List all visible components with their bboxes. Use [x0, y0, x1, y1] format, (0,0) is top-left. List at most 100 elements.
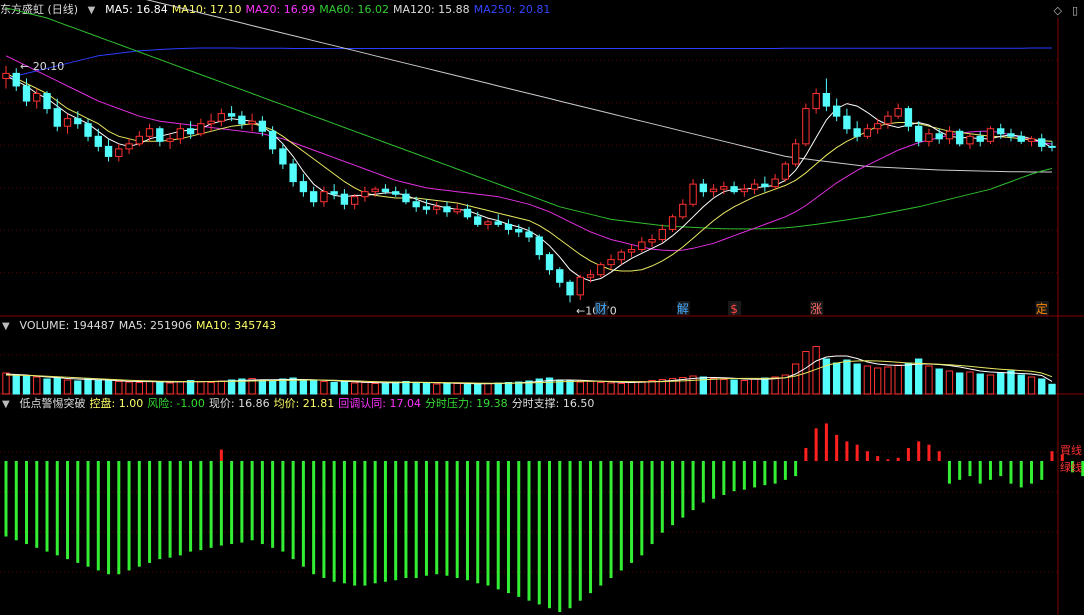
ma-line-ma120: [145, 0, 1052, 173]
indicator-bar: [506, 461, 510, 594]
volume-bar: [217, 380, 226, 395]
candle-body: [935, 133, 943, 140]
indicator-bar: [424, 461, 428, 576]
candle-body: [412, 201, 420, 208]
indicator-bar: [589, 461, 593, 594]
candle-body: [668, 216, 677, 230]
candle-body: [474, 216, 482, 225]
indicator-bar: [865, 451, 869, 461]
candle-body: [648, 238, 656, 243]
indicator-bar: [148, 461, 152, 563]
volume-bar: [925, 365, 933, 395]
candle-body: [94, 135, 102, 147]
indicator-bar: [845, 441, 849, 461]
candle-body: [925, 133, 933, 142]
indicator-bar: [86, 461, 90, 567]
candle-body: [258, 120, 267, 132]
volume-bar: [422, 383, 431, 395]
candle-body: [750, 183, 759, 190]
volume-bar: [443, 382, 451, 395]
volume-bar: [53, 377, 61, 395]
candle-body: [422, 206, 431, 210]
indicator-bar: [568, 461, 572, 609]
candle-body: [966, 135, 974, 145]
indicator-bar: [414, 461, 418, 579]
volume-bar: [84, 378, 92, 395]
volume-bar: [730, 379, 738, 395]
candle-body: [268, 130, 277, 150]
indicator-bar: [804, 447, 808, 461]
candle-body: [156, 128, 164, 142]
volume-bar: [1048, 383, 1056, 395]
candle-body: [433, 206, 441, 210]
indicator-bar: [671, 461, 675, 526]
event-marker: 财: [595, 302, 607, 316]
candle-body: [576, 276, 584, 296]
candle-body: [545, 254, 554, 271]
volume-bar: [966, 371, 974, 395]
indicator-bar: [1009, 461, 1013, 484]
candle-body: [956, 130, 964, 145]
indicator-bar: [66, 461, 70, 560]
volume-bar: [484, 383, 492, 395]
volume-bar: [412, 382, 420, 395]
indicator-bar: [917, 441, 921, 461]
indicator-bar: [496, 461, 500, 590]
volume-bar: [843, 359, 851, 395]
indicator-bar: [660, 461, 664, 533]
indicator-bar: [4, 461, 8, 537]
indicator-bar: [394, 461, 398, 581]
volume-bar: [832, 362, 841, 395]
candle-body: [853, 128, 861, 137]
indicator-bar: [712, 461, 716, 499]
indicator-bar: [25, 461, 29, 545]
indicator-bar: [373, 461, 377, 584]
candle-body: [238, 115, 246, 125]
indicator-bar: [117, 461, 121, 575]
candle-body: [2, 72, 10, 79]
candle-body: [699, 183, 708, 193]
volume-bar: [340, 381, 349, 395]
candle-body: [12, 72, 20, 87]
candle-body: [248, 120, 256, 125]
candle-body: [730, 186, 738, 193]
indicator-bar: [619, 461, 623, 571]
candle-body: [207, 120, 215, 125]
candle-body: [217, 113, 226, 122]
volume-bar: [740, 380, 749, 395]
candle-body: [1038, 138, 1046, 147]
candle-body: [1027, 138, 1036, 142]
indicator-bar: [260, 461, 264, 545]
volume-bar: [1007, 370, 1015, 395]
indicator-bar: [999, 461, 1003, 477]
volume-bar: [853, 363, 861, 395]
indicator-bar: [701, 461, 705, 503]
indicator-bar: [219, 461, 223, 546]
indicator-bar: [1050, 451, 1054, 461]
candle-body: [638, 241, 646, 251]
candle-body: [689, 183, 697, 205]
indicator-bar: [250, 461, 254, 541]
stock-chart[interactable]: ← 20.10←10.70财解$涨定買线绿线: [0, 0, 1084, 615]
indicator-bar: [404, 461, 408, 579]
indicator-bar: [599, 461, 603, 586]
candle-body: [945, 130, 954, 140]
volume-bar: [935, 368, 943, 395]
indicator-bar: [383, 461, 387, 582]
indicator-bar: [476, 461, 480, 584]
candle-body: [617, 251, 625, 261]
indicator-bar: [527, 461, 531, 601]
candle-body: [330, 191, 338, 195]
indicator-bar: [486, 461, 490, 586]
candle-body: [771, 178, 779, 188]
candle-body: [361, 191, 369, 198]
candle-body: [63, 118, 72, 127]
indicator-bar: [435, 461, 439, 575]
indicator-bar: [271, 461, 275, 548]
candle-body: [381, 188, 390, 193]
volume-bar: [125, 381, 133, 395]
candle-body: [176, 128, 185, 140]
candle-body: [781, 163, 790, 180]
indicator-bar: [1040, 461, 1044, 480]
indicator-bar: [640, 461, 644, 556]
